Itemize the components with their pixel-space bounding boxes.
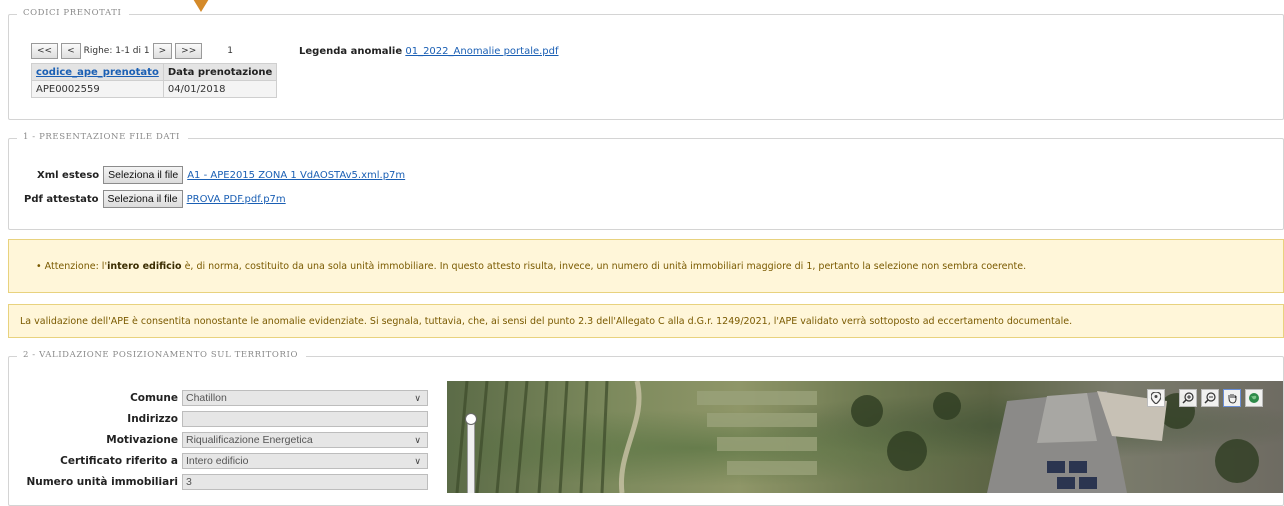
codici-table: codice_ape_prenotato Data prenotazione A… [31, 63, 278, 98]
chevron-down-icon: ∨ [414, 393, 421, 403]
presentazione-legend: 1 - Presentazione file dati [17, 132, 188, 142]
zoom-slider[interactable] [467, 415, 475, 493]
legenda-label: Legenda anomalie [299, 46, 403, 57]
motivazione-select[interactable]: Riqualificazione Energetica ∨ [182, 432, 428, 448]
pan-hand-icon[interactable] [1223, 389, 1241, 407]
location-pin-icon[interactable] [1147, 389, 1165, 407]
certificato-select[interactable]: Intero edificio ∨ [182, 453, 428, 469]
first-page-button[interactable]: << [31, 43, 59, 59]
prev-page-button[interactable]: < [61, 43, 81, 59]
validazione-legend: 2 - Validazione posizionamento sul terri… [17, 350, 307, 360]
certificato-label: Certificato riferito a [60, 455, 178, 467]
pager: << < Righe: 1-1 di 1 > >> 1 [31, 43, 233, 59]
column-header-codice[interactable]: codice_ape_prenotato [31, 63, 164, 81]
last-page-button[interactable]: >> [175, 43, 203, 59]
indirizzo-label: Indirizzo [127, 413, 178, 425]
comune-row: Comune Chatillon ∨ [0, 390, 428, 406]
comune-label: Comune [130, 392, 178, 404]
table-header-row: codice_ape_prenotato Data prenotazione [31, 63, 278, 81]
indirizzo-input[interactable] [182, 411, 428, 427]
map-view[interactable] [447, 381, 1283, 493]
xml-select-button[interactable]: Seleziona il file [103, 166, 184, 184]
certificato-row: Certificato riferito a Intero edificio ∨ [0, 453, 428, 469]
numero-row: Numero unità immobiliari 3 [0, 474, 428, 490]
row-count: 1 [227, 46, 233, 56]
comune-select[interactable]: Chatillon ∨ [182, 390, 428, 406]
xml-label: Xml esteso [37, 169, 100, 181]
chevron-down-icon: ∨ [414, 435, 421, 445]
pager-info: Righe: 1-1 di 1 [83, 46, 150, 56]
tab-marker [190, 0, 212, 12]
zoom-in-icon[interactable] [1179, 389, 1197, 407]
numero-input[interactable]: 3 [182, 474, 428, 490]
numero-label: Numero unità immobiliari [26, 476, 178, 488]
warning-validazione: La validazione dell'APE è consentita non… [8, 304, 1284, 338]
pdf-label: Pdf attestato [24, 193, 99, 205]
warning-text-1: • Attenzione: l'intero edificio è, di no… [36, 261, 1027, 272]
motivazione-label: Motivazione [106, 434, 178, 446]
codici-prenotati-legend: Codici prenotati [17, 8, 130, 18]
zoom-slider-handle[interactable] [465, 413, 477, 425]
codici-prenotati-section: Codici prenotati << < Righe: 1-1 di 1 > … [8, 8, 1284, 120]
cell-codice: APE0002559 [31, 80, 164, 98]
legenda-file-link[interactable]: 01_2022_Anomalie portale.pdf [405, 46, 558, 57]
map-toolbar [1147, 389, 1263, 407]
legenda-anomalie: Legenda anomalie 01_2022_Anomalie portal… [299, 46, 559, 57]
presentazione-section: 1 - Presentazione file dati Xml esteso S… [8, 132, 1284, 230]
column-header-data: Data prenotazione [162, 63, 278, 81]
cell-data: 04/01/2018 [162, 80, 278, 98]
xml-row: Xml esteso Seleziona il file A1 - APE201… [37, 166, 405, 184]
globe-icon[interactable] [1245, 389, 1263, 407]
bullet-icon: • [36, 261, 42, 272]
chevron-down-icon: ∨ [414, 456, 421, 466]
zoom-out-icon[interactable] [1201, 389, 1219, 407]
pdf-file-link[interactable]: PROVA PDF.pdf.p7m [187, 194, 286, 205]
xml-file-link[interactable]: A1 - APE2015 ZONA 1 VdAOSTAv5.xml.p7m [187, 170, 405, 181]
pdf-row: Pdf attestato Seleziona il file PROVA PD… [24, 190, 286, 208]
warning-text-2: La validazione dell'APE è consentita non… [20, 316, 1073, 327]
table-row[interactable]: APE0002559 04/01/2018 [31, 80, 278, 98]
warning-intero-edificio: • Attenzione: l'intero edificio è, di no… [8, 239, 1284, 293]
indirizzo-row: Indirizzo [0, 411, 428, 427]
next-page-button[interactable]: > [152, 43, 173, 59]
pdf-select-button[interactable]: Seleziona il file [102, 190, 183, 208]
motivazione-row: Motivazione Riqualificazione Energetica … [0, 432, 428, 448]
